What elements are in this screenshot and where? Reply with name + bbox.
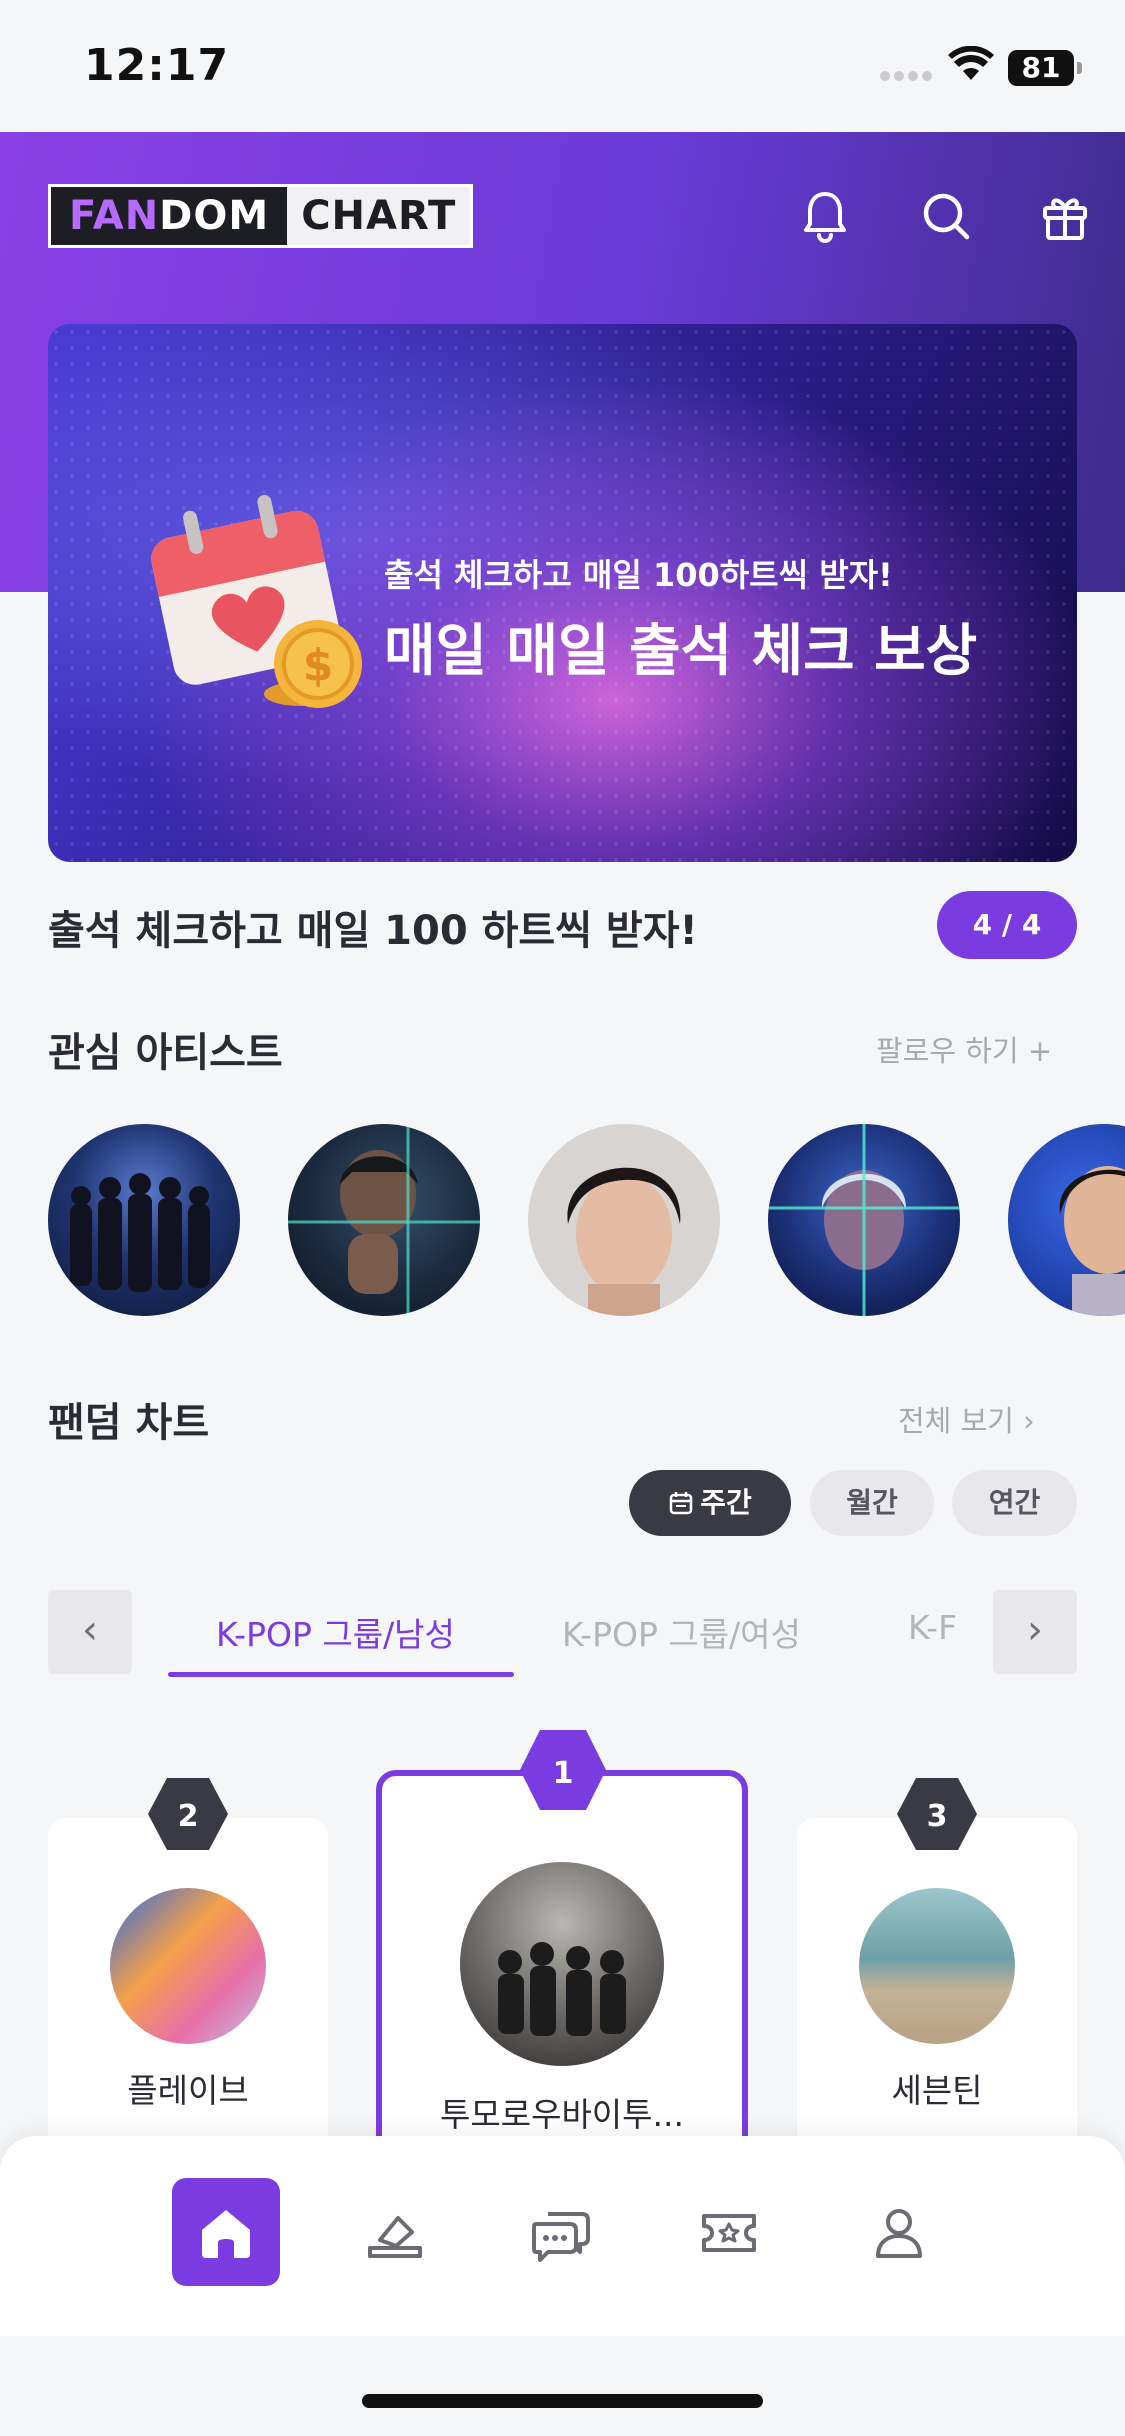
artist-avatar[interactable] [528,1124,720,1316]
follow-link[interactable]: 팔로우 하기 + [876,1028,1052,1070]
rank-badge-1: 1 [520,1730,606,1810]
category-active-indicator [168,1672,514,1677]
status-bar: 12:17 81 [0,0,1125,132]
logo-chart: CHART [287,187,471,245]
banner-title: 매일 매일 출석 체크 보상 [384,619,978,684]
vote-icon[interactable] [362,2200,428,2266]
home-indicator-area [0,2336,1125,2436]
home-indicator [362,2394,763,2408]
rank-avatar-2 [110,1888,266,2044]
rank-avatar-3 [859,1888,1015,2044]
banner-pager: 4 / 4 [937,891,1077,959]
chat-icon[interactable] [528,2200,594,2266]
calendar-heart-icon: $ [151,494,362,708]
rank-name-3: 세븐틴 [891,2071,983,2110]
artist-avatar[interactable] [1008,1124,1125,1316]
home-icon [202,2210,250,2258]
logo-fandom: FANDOM [51,187,288,245]
period-weekly-label: 주간 [700,1486,752,1519]
interest-artists-title: 관심 아티스트 [48,1030,283,1076]
category-tab-next[interactable]: K-F [908,1608,957,1647]
gift-icon[interactable] [1035,186,1095,246]
artist-avatar[interactable] [48,1124,240,1316]
tab-home[interactable] [172,2178,280,2286]
period-yearly-button[interactable]: 연간 [952,1470,1077,1536]
period-monthly-button[interactable]: 월간 [810,1470,934,1536]
calendar-icon [669,1492,693,1515]
banner-caption: 출석 체크하고 매일 100 하트씩 받자! [48,908,698,954]
status-time: 12:17 [84,40,230,91]
battery-indicator: 81 [1008,50,1082,86]
artist-carousel[interactable] [48,1124,1125,1316]
wifi-icon [948,46,994,80]
rank-avatar-1 [460,1862,664,2066]
category-next-button[interactable]: › [993,1590,1077,1674]
svg-text:2: 2 [178,1799,199,1834]
category-tab-female-group[interactable]: K-POP 그룹/여성 [562,1608,801,1656]
signal-icon [880,66,936,85]
svg-text:1: 1 [553,1756,574,1791]
category-tabs: K-POP 그룹/남성 K-POP 그룹/여성 K-F [132,1590,992,1680]
rank-name-1: 투모로우바이투... [440,2095,684,2134]
ticket-icon[interactable] [696,2200,762,2266]
rank-name-2: 플레이브 [127,2071,249,2110]
svg-text:$: $ [303,640,334,691]
promo-banner[interactable]: $ 출석 체크하고 매일 100하트씩 받자! 매일 매일 출석 체크 보상 [48,324,1077,862]
app-logo[interactable]: FANDOM CHART [48,184,474,248]
rank-badge-3: 3 [897,1778,977,1850]
period-weekly-button[interactable]: 주간 [629,1470,791,1536]
fandom-chart-title: 팬덤 차트 [48,1400,210,1446]
profile-icon[interactable] [866,2200,932,2266]
search-icon[interactable] [916,186,976,246]
artist-avatar[interactable] [768,1124,960,1316]
artist-avatar[interactable] [288,1124,480,1316]
svg-text:3: 3 [927,1799,948,1834]
category-tab-male-group[interactable]: K-POP 그룹/남성 [216,1608,455,1656]
rank-badge-2: 2 [148,1778,228,1850]
category-prev-button[interactable]: ‹ [48,1590,132,1674]
bell-icon[interactable] [795,186,855,246]
view-all-link[interactable]: 전체 보기 › [898,1398,1035,1440]
banner-subtitle: 출석 체크하고 매일 100하트씩 받자! [384,556,893,594]
